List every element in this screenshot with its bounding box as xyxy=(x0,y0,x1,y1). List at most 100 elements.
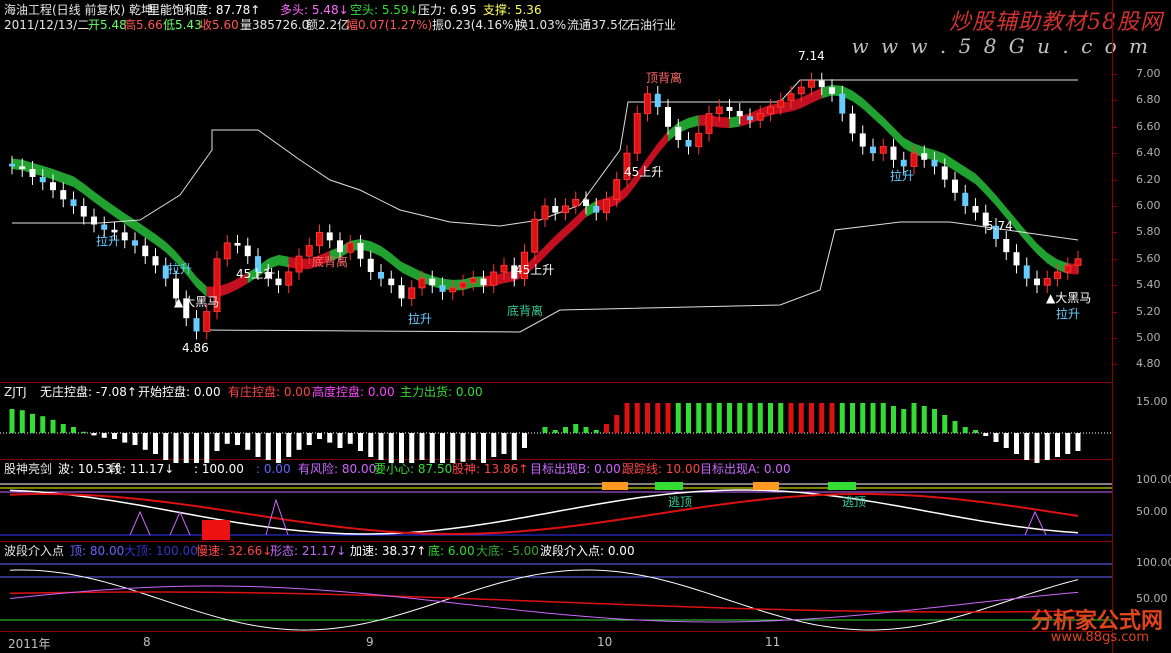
chart-annotation: ▲大黑马 xyxy=(174,295,219,309)
zjtj-bar xyxy=(19,410,25,433)
zjtj-bar xyxy=(71,427,76,433)
zjtj-bar xyxy=(819,403,825,433)
zjtj-bar xyxy=(901,409,907,433)
chart-annotation: 拉升 xyxy=(96,233,120,248)
candle-body xyxy=(378,272,384,279)
candle-body xyxy=(357,242,364,259)
candle-body xyxy=(931,159,938,167)
zjtj-bar xyxy=(358,433,363,451)
zjtj-bar xyxy=(634,403,640,433)
chart-annotation: 45上升 xyxy=(236,267,275,281)
zjtj-bar xyxy=(296,433,302,450)
zjtj-bar xyxy=(112,433,117,439)
zjtj-bar xyxy=(1014,433,1019,454)
stock-chart-canvas[interactable]: 顶背离底背离底背离45上升 45上升45上升拉升拉升拉升拉升拉升▲大黑马 ▲大黑马4… xyxy=(0,0,1171,653)
candle-body xyxy=(500,264,508,273)
zjtj-bar xyxy=(60,424,66,433)
zjtj-bar xyxy=(214,433,220,451)
zjtj-bar xyxy=(265,433,271,460)
zjtj-bar xyxy=(337,433,343,448)
gushen-peak xyxy=(1024,510,1047,536)
candle-body xyxy=(1074,258,1082,266)
candle-body xyxy=(613,179,621,200)
zjtj-bar xyxy=(952,421,958,433)
chart-annotation: 底背离 xyxy=(312,254,348,269)
gushen-signal-block xyxy=(753,482,779,490)
zjtj-bar xyxy=(737,403,743,433)
boduan-speed-line xyxy=(9,569,1079,631)
candle-body xyxy=(583,199,589,206)
zjtj-bar xyxy=(388,433,394,463)
zjtj-bar xyxy=(132,433,138,445)
zjtj-bar xyxy=(655,403,661,433)
zjtj-bar xyxy=(757,403,763,433)
candle-body xyxy=(879,146,887,154)
zjtj-bar xyxy=(768,403,773,433)
candle-body xyxy=(50,182,56,191)
candle-body xyxy=(870,146,876,154)
zjtj-bar xyxy=(614,415,620,433)
zjtj-bar xyxy=(1034,433,1040,463)
gushen-signal-block xyxy=(602,482,628,490)
zjtj-bar xyxy=(1003,433,1009,448)
candle-body xyxy=(1023,265,1030,279)
candle-body xyxy=(654,93,661,107)
zjtj-bar xyxy=(50,419,56,433)
candle-body xyxy=(572,198,580,207)
zjtj-bar xyxy=(101,433,107,438)
zjtj-bar xyxy=(716,403,722,433)
zjtj-bar xyxy=(788,403,794,433)
zjtj-bar xyxy=(81,431,87,433)
candle-body xyxy=(952,179,958,193)
chart-annotation: 4.86 xyxy=(182,341,209,355)
candle-body xyxy=(418,278,426,289)
candle-body xyxy=(962,192,969,206)
zjtj-bar xyxy=(460,433,466,462)
zjtj-bar xyxy=(1055,433,1060,457)
candle-body xyxy=(29,169,36,177)
zjtj-bar xyxy=(983,433,989,436)
zjtj-bar xyxy=(409,433,415,463)
zjtj-bar xyxy=(645,403,650,433)
candle-body xyxy=(193,318,200,332)
candle-body xyxy=(111,229,118,233)
zjtj-bar xyxy=(839,403,845,433)
zjtj-bar xyxy=(1044,433,1050,460)
zjtj-bar xyxy=(204,433,210,463)
candle-body xyxy=(910,152,918,167)
zjtj-bar xyxy=(235,433,240,445)
candle-body xyxy=(142,245,149,257)
candle-body xyxy=(9,163,15,167)
candle-body xyxy=(121,232,128,241)
zjtj-bar xyxy=(624,403,630,433)
zjtj-bar xyxy=(870,403,876,433)
gushen-peak xyxy=(169,510,191,536)
zjtj-bar xyxy=(850,403,855,433)
candle-body xyxy=(972,206,979,213)
candle-body xyxy=(726,107,733,111)
zjtj-bar xyxy=(163,433,169,460)
zjtj-bar xyxy=(286,433,292,457)
candle-body xyxy=(490,271,498,286)
candle-body xyxy=(408,287,416,299)
zjtj-bar xyxy=(245,433,251,450)
candle-body xyxy=(1013,252,1020,266)
zjtj-bar xyxy=(378,433,384,460)
zjtj-bar xyxy=(727,403,732,433)
candle-body xyxy=(101,224,108,230)
candle-body xyxy=(295,255,303,273)
chart-annotation: ▲大黑马 xyxy=(1046,291,1091,305)
zjtj-bar xyxy=(942,415,948,433)
candle-body xyxy=(767,106,774,115)
zjtj-bar xyxy=(40,416,46,433)
trend-cloud xyxy=(678,115,699,134)
zjtj-bar xyxy=(522,433,527,448)
zjtj-bar xyxy=(194,433,199,463)
zjtj-bar xyxy=(891,406,896,433)
zjtj-bar xyxy=(122,433,128,443)
candle-body xyxy=(60,190,67,200)
zjtj-bar xyxy=(327,433,333,443)
candle-body xyxy=(603,198,610,214)
candle-body xyxy=(1003,239,1010,253)
zjtj-bar xyxy=(665,403,671,433)
